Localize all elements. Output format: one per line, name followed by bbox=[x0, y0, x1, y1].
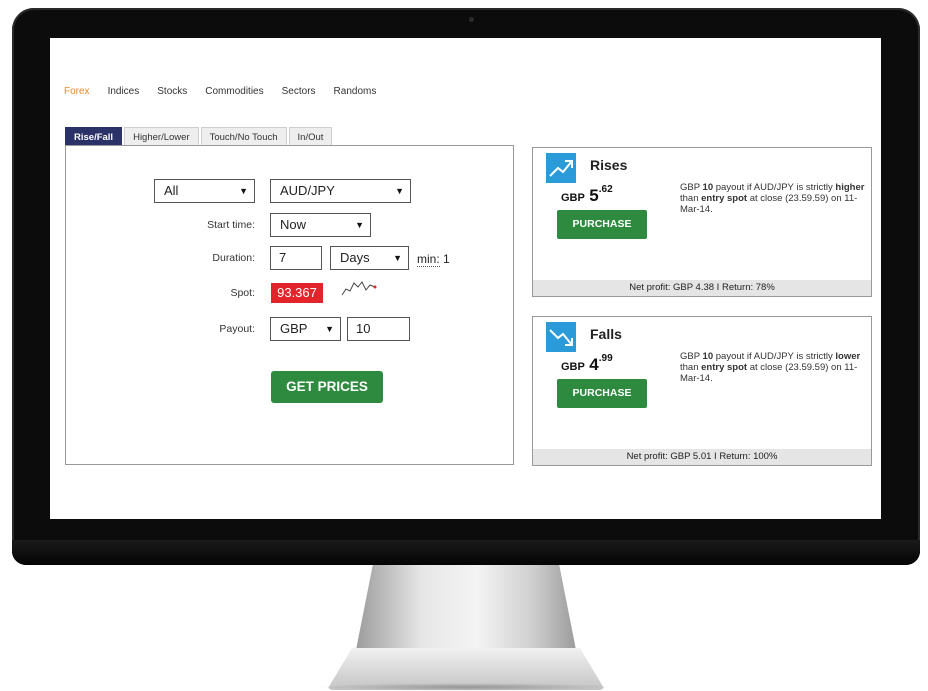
nav-item-sectors[interactable]: Sectors bbox=[282, 86, 316, 97]
market-select-value: All bbox=[164, 183, 179, 198]
desc-text: GBP bbox=[680, 351, 703, 362]
contract-rises-card: Rises GBP 5.62 PURCHASE GBP 10 payout if… bbox=[532, 147, 872, 297]
duration-unit-value: Days bbox=[340, 250, 370, 265]
trend-down-icon bbox=[546, 322, 576, 352]
contract-type-tabs: Rise/Fall Higher/Lower Touch/No Touch In… bbox=[65, 127, 334, 147]
tab-touch-no-touch[interactable]: Touch/No Touch bbox=[200, 127, 287, 147]
tab-higher-lower[interactable]: Higher/Lower bbox=[124, 127, 199, 147]
chevron-down-icon: ▼ bbox=[355, 220, 364, 230]
price-integer: 5 bbox=[589, 186, 599, 205]
nav-item-forex[interactable]: Forex bbox=[64, 86, 90, 97]
nav-item-stocks[interactable]: Stocks bbox=[157, 86, 187, 97]
purchase-rises-button[interactable]: PURCHASE bbox=[557, 210, 647, 239]
chevron-down-icon: ▼ bbox=[395, 186, 404, 196]
desc-entry-spot: entry spot bbox=[701, 193, 748, 204]
camera-dot bbox=[469, 17, 474, 22]
desc-text: than bbox=[680, 193, 702, 204]
start-time-label: Start time: bbox=[207, 219, 255, 231]
contract-price: GBP 4.99 bbox=[561, 353, 613, 375]
spot-label: Spot: bbox=[230, 287, 255, 299]
trend-up-icon bbox=[546, 153, 576, 183]
nav-item-indices[interactable]: Indices bbox=[108, 86, 140, 97]
price-currency: GBP bbox=[561, 361, 585, 373]
duration-unit-select[interactable]: Days ▼ bbox=[330, 246, 409, 270]
desc-direction: lower bbox=[835, 351, 861, 362]
purchase-falls-button[interactable]: PURCHASE bbox=[557, 379, 647, 408]
nav-item-commodities[interactable]: Commodities bbox=[205, 86, 263, 97]
sparkline-icon bbox=[341, 281, 377, 296]
contract-price: GBP 5.62 bbox=[561, 184, 613, 206]
nav-item-randoms[interactable]: Randoms bbox=[334, 86, 377, 97]
payout-currency-value: GBP bbox=[280, 321, 308, 336]
spot-price: 93.367 bbox=[271, 283, 323, 303]
desc-entry-spot: entry spot bbox=[701, 362, 748, 373]
trade-form-panel: All ▼ AUD/JPY ▼ Start time: Now ▼ Durati… bbox=[65, 145, 514, 465]
symbol-select[interactable]: AUD/JPY ▼ bbox=[270, 179, 411, 203]
desc-direction: higher bbox=[835, 182, 865, 193]
net-profit-footer: Net profit: GBP 5.01 I Return: 100% bbox=[533, 449, 871, 465]
market-select[interactable]: All ▼ bbox=[154, 179, 255, 203]
price-decimal: .99 bbox=[598, 353, 613, 364]
min-duration: min: 1 bbox=[417, 252, 450, 267]
monitor-chin bbox=[12, 540, 920, 565]
desc-text: payout if AUD/JPY is strictly bbox=[713, 182, 836, 193]
contract-description: GBP 10 payout if AUD/JPY is strictly hig… bbox=[680, 182, 870, 215]
start-time-select[interactable]: Now ▼ bbox=[270, 213, 371, 237]
get-prices-button[interactable]: GET PRICES bbox=[271, 371, 383, 403]
chevron-down-icon: ▼ bbox=[325, 324, 334, 334]
desc-amount: 10 bbox=[702, 182, 714, 193]
price-integer: 4 bbox=[589, 355, 599, 374]
desc-amount: 10 bbox=[702, 351, 714, 362]
start-time-value: Now bbox=[280, 217, 307, 232]
min-duration-label: min: bbox=[417, 252, 440, 267]
desc-text: payout if AUD/JPY is strictly bbox=[713, 351, 836, 362]
screen: Forex Indices Stocks Commodities Sectors… bbox=[50, 38, 881, 519]
stand-shadow bbox=[315, 683, 617, 691]
tab-in-out[interactable]: In/Out bbox=[288, 127, 333, 147]
net-profit-footer: Net profit: GBP 4.38 I Return: 78% bbox=[533, 280, 871, 296]
contract-title: Falls bbox=[590, 326, 622, 342]
payout-amount-input[interactable]: 10 bbox=[347, 317, 410, 341]
contract-title: Rises bbox=[590, 157, 628, 173]
tab-rise-fall[interactable]: Rise/Fall bbox=[65, 127, 123, 147]
desc-text: than bbox=[680, 362, 702, 373]
market-nav: Forex Indices Stocks Commodities Sectors… bbox=[64, 86, 394, 97]
symbol-select-value: AUD/JPY bbox=[280, 183, 335, 198]
chevron-down-icon: ▼ bbox=[393, 253, 402, 263]
monitor-stand-neck bbox=[355, 565, 577, 655]
contract-description: GBP 10 payout if AUD/JPY is strictly low… bbox=[680, 351, 870, 384]
contract-falls-card: Falls GBP 4.99 PURCHASE GBP 10 payout if… bbox=[532, 316, 872, 466]
payout-label: Payout: bbox=[219, 323, 255, 335]
min-duration-value: 1 bbox=[443, 252, 450, 266]
duration-label: Duration: bbox=[212, 252, 255, 264]
payout-currency-select[interactable]: GBP ▼ bbox=[270, 317, 341, 341]
desc-text: GBP bbox=[680, 182, 703, 193]
price-currency: GBP bbox=[561, 192, 585, 204]
chevron-down-icon: ▼ bbox=[239, 186, 248, 196]
price-decimal: .62 bbox=[598, 184, 613, 195]
duration-input[interactable]: 7 bbox=[270, 246, 322, 270]
